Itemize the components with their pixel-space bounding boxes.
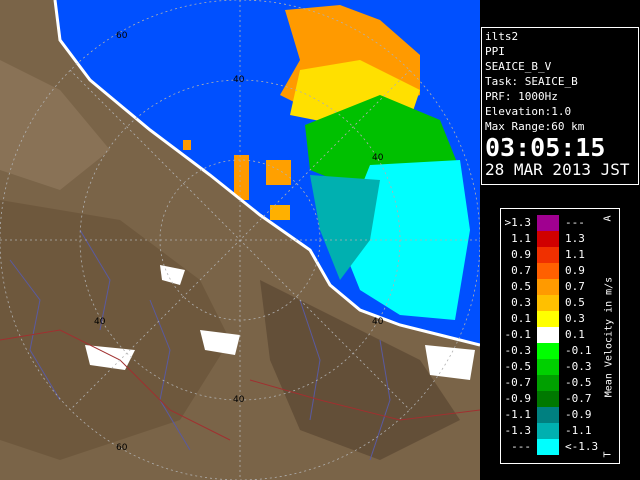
legend-low-value: --- <box>511 440 531 453</box>
legend-high-value: 0.1 <box>565 328 585 341</box>
legend-row: -0.9 -0.7 <box>501 391 619 407</box>
legend-high-value: 0.7 <box>565 280 585 293</box>
velocity-legend: >1.3 --- 1.1 1.3 0.9 1.1 0.7 0.9 0.5 0.7 0.3 0.5 0.1… <box>500 208 620 464</box>
legend-high-value: 0.3 <box>565 312 585 325</box>
legend-row: -1.3 -1.1 <box>501 423 619 439</box>
legend-color-swatch <box>537 279 559 295</box>
range-label-40-left: 40 <box>94 317 106 327</box>
legend-high-value: 1.1 <box>565 248 585 261</box>
legend-color-swatch <box>537 423 559 439</box>
echo-orange-small <box>234 155 249 200</box>
legend-row: 0.9 1.1 <box>501 247 619 263</box>
legend-color-swatch <box>537 295 559 311</box>
scan-date: 28 MAR 2013 JST <box>485 160 630 179</box>
legend-row: -0.3 -0.1 <box>501 343 619 359</box>
legend-low-value: 1.1 <box>511 232 531 245</box>
echo-orange-small-2 <box>266 160 291 185</box>
max-range-value: Max Range:60 km <box>485 120 585 133</box>
legend-low-value: -0.5 <box>504 360 532 373</box>
scan-time: 03:05:15 <box>485 133 606 162</box>
radar-map: 60 40 40 40 40 40 60 <box>0 0 480 480</box>
legend-high-value: <-1.3 <box>565 440 599 453</box>
scan-type: PPI <box>485 45 505 58</box>
range-label-60-top: 60 <box>116 31 128 41</box>
legend-low-value: 0.3 <box>511 296 531 309</box>
legend-high-value: -0.1 <box>565 344 592 357</box>
legend-low-value: -0.7 <box>504 376 532 389</box>
legend-high-value: 1.3 <box>565 232 585 245</box>
legend-high-value: --- <box>565 216 585 229</box>
legend-color-swatch <box>537 327 559 343</box>
legend-high-value: -0.7 <box>565 392 592 405</box>
info-panel: ilts2 PPI SEAICE_B_V Task: SEAICE_B PRF:… <box>481 27 639 185</box>
legend-color-swatch <box>537 375 559 391</box>
legend-row: 0.7 0.9 <box>501 263 619 279</box>
range-label-40-top: 40 <box>233 75 245 85</box>
range-label-60-bottom: 60 <box>116 443 128 453</box>
legend-high-value: -1.1 <box>565 424 592 437</box>
task-name: Task: SEAICE_B <box>485 75 578 88</box>
legend-side-top: A <box>602 215 614 222</box>
legend-low-value: -0.1 <box>504 328 532 341</box>
legend-color-swatch <box>537 215 559 231</box>
legend-high-value: 0.5 <box>565 296 585 309</box>
legend-color-swatch <box>537 231 559 247</box>
legend-row: >1.3 --- <box>501 215 619 231</box>
legend-row: 1.1 1.3 <box>501 231 619 247</box>
legend-row: 0.5 0.7 <box>501 279 619 295</box>
legend-row: -1.1 -0.9 <box>501 407 619 423</box>
legend-row: 0.1 0.3 <box>501 311 619 327</box>
legend-low-value: -0.3 <box>504 344 532 357</box>
legend-low-value: -1.1 <box>504 408 532 421</box>
legend-low-value: >1.3 <box>504 216 532 229</box>
legend-color-swatch <box>537 407 559 423</box>
legend-row: --- <-1.3 <box>501 439 619 455</box>
legend-high-value: -0.9 <box>565 408 592 421</box>
legend-low-value: -1.3 <box>504 424 532 437</box>
elevation-value: Elevation:1.0 <box>485 105 572 118</box>
snow-patch-4 <box>425 345 475 380</box>
legend-row: -0.7 -0.5 <box>501 375 619 391</box>
site-name: ilts2 <box>485 30 519 43</box>
legend-side-bottom: T <box>602 451 614 458</box>
legend-color-swatch <box>537 391 559 407</box>
legend-color-swatch <box>537 359 559 375</box>
legend-color-swatch <box>537 311 559 327</box>
range-label-40-right: 40 <box>372 153 384 163</box>
product-name: SEAICE_B_V <box>485 60 552 73</box>
legend-color-swatch <box>537 247 559 263</box>
prf-value: PRF: 1000Hz <box>485 90 558 103</box>
legend-unit-label: Mean Velocity in m/s <box>603 276 615 398</box>
legend-color-swatch <box>537 343 559 359</box>
legend-color-swatch <box>537 439 559 455</box>
legend-low-value: 0.9 <box>511 248 531 261</box>
legend-low-value: 0.5 <box>511 280 531 293</box>
legend-color-swatch <box>537 263 559 279</box>
legend-low-value: 0.7 <box>511 264 531 277</box>
legend-low-value: 0.1 <box>511 312 531 325</box>
range-label-40-bottom-right: 40 <box>372 317 384 327</box>
echo-orange-dot <box>183 140 191 150</box>
legend-row: 0.3 0.5 <box>501 295 619 311</box>
legend-row: -0.1 0.1 <box>501 327 619 343</box>
legend-high-value: 0.9 <box>565 264 585 277</box>
legend-row: -0.5 -0.3 <box>501 359 619 375</box>
range-label-40-bottom: 40 <box>233 395 245 405</box>
echo-orange-small-3 <box>270 205 290 220</box>
legend-high-value: -0.3 <box>565 360 592 373</box>
legend-high-value: -0.5 <box>565 376 592 389</box>
legend-low-value: -0.9 <box>504 392 532 405</box>
